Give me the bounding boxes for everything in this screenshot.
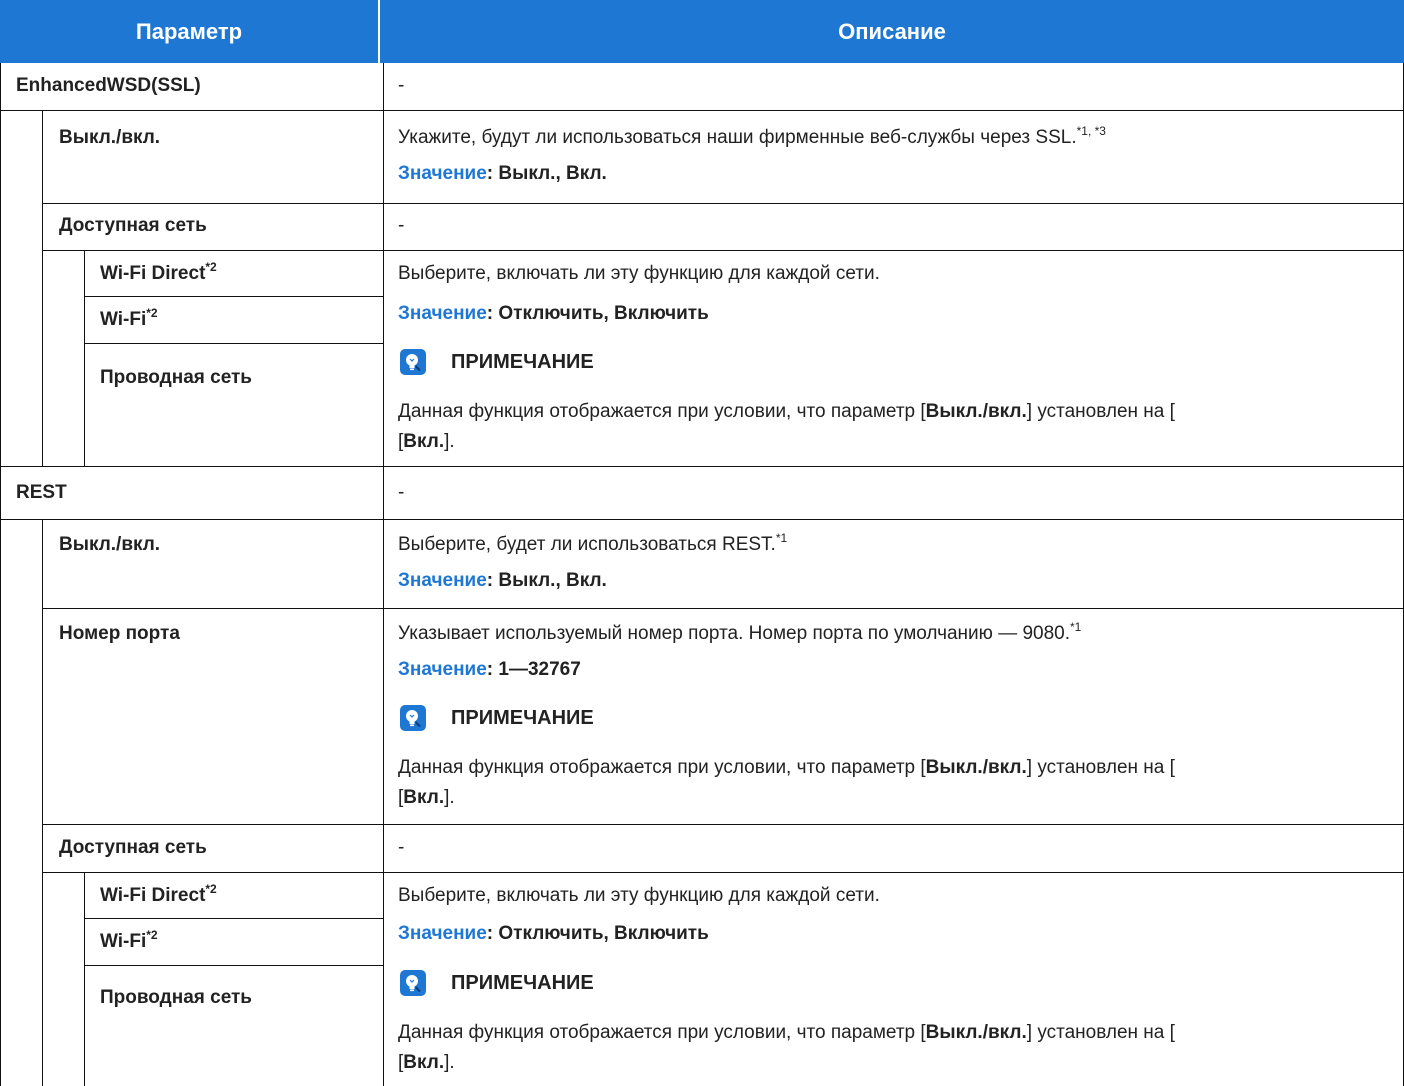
row-divider <box>42 872 1404 873</box>
indent-line <box>42 520 43 1086</box>
indent-line <box>84 873 85 1086</box>
note-bulb-icon <box>400 349 426 375</box>
value-network: Значение: Отключить, Включить <box>398 303 709 324</box>
header-description: Описание <box>380 0 1404 63</box>
desc-onoff: Укажите, будут ли использоваться наши фи… <box>398 124 1106 148</box>
value-onoff: Значение: Выкл., Вкл. <box>398 570 607 591</box>
param-enhancedwsd: EnhancedWSD(SSL) <box>16 75 201 96</box>
note-header: ПРИМЕЧАНИЕ <box>400 970 594 996</box>
param-available-network: Доступная сеть <box>59 215 207 236</box>
note-text: Данная функция отображается при условии,… <box>398 1022 1175 1073</box>
param-wifi: Wi-Fi*2 <box>100 928 158 952</box>
header-param: Параметр <box>0 0 378 63</box>
row-divider <box>84 965 384 966</box>
value-port: Значение: 1—32767 <box>398 659 581 680</box>
note-header: ПРИМЕЧАНИЕ <box>400 349 594 375</box>
desc-network: Выберите, включать ли эту функцию для ка… <box>398 885 880 906</box>
settings-table: Параметр Описание EnhancedWSD(SSL) - Вык… <box>0 0 1404 1086</box>
param-available-network: Доступная сеть <box>59 837 207 858</box>
value-network: Значение: Отключить, Включить <box>398 923 709 944</box>
row-divider <box>0 466 1404 467</box>
param-wifi-direct: Wi-Fi Direct*2 <box>100 260 217 284</box>
value-onoff: Значение: Выкл., Вкл. <box>398 163 607 184</box>
desc-dash: - <box>398 215 405 236</box>
desc-port: Указывает используемый номер порта. Номе… <box>398 620 1082 644</box>
param-wifi: Wi-Fi*2 <box>100 306 158 330</box>
desc-network: Выберите, включать ли эту функцию для ка… <box>398 263 880 284</box>
param-wifi-direct: Wi-Fi Direct*2 <box>100 882 217 906</box>
row-divider <box>84 296 384 297</box>
param-wired-network: Проводная сеть <box>100 987 252 1008</box>
param-wired-network: Проводная сеть <box>100 367 252 388</box>
desc-dash: - <box>398 482 405 503</box>
row-divider <box>84 918 384 919</box>
row-divider <box>42 608 1404 609</box>
row-divider <box>42 203 1404 204</box>
row-divider <box>84 343 384 344</box>
param-port-number: Номер порта <box>59 623 180 644</box>
indent-line <box>42 111 43 467</box>
desc-dash: - <box>398 837 405 858</box>
note-bulb-icon <box>400 705 426 731</box>
row-divider <box>42 250 1404 251</box>
note-text: Данная функция отображается при условии,… <box>398 757 1175 808</box>
note-header: ПРИМЕЧАНИЕ <box>400 705 594 731</box>
table-border-left <box>0 63 1 1086</box>
param-onoff: Выкл./вкл. <box>59 534 161 555</box>
desc-onoff: Выберите, будет ли использоваться REST.*… <box>398 531 788 555</box>
note-text: Данная функция отображается при условии,… <box>398 401 1175 452</box>
row-divider <box>42 824 1404 825</box>
indent-line <box>84 251 85 467</box>
column-divider <box>383 63 384 1086</box>
param-onoff: Выкл./вкл. <box>59 127 161 148</box>
desc-dash: - <box>398 75 405 96</box>
row-divider <box>0 519 1404 520</box>
param-rest: REST <box>16 482 67 503</box>
row-divider <box>0 110 1404 111</box>
note-bulb-icon <box>400 970 426 996</box>
